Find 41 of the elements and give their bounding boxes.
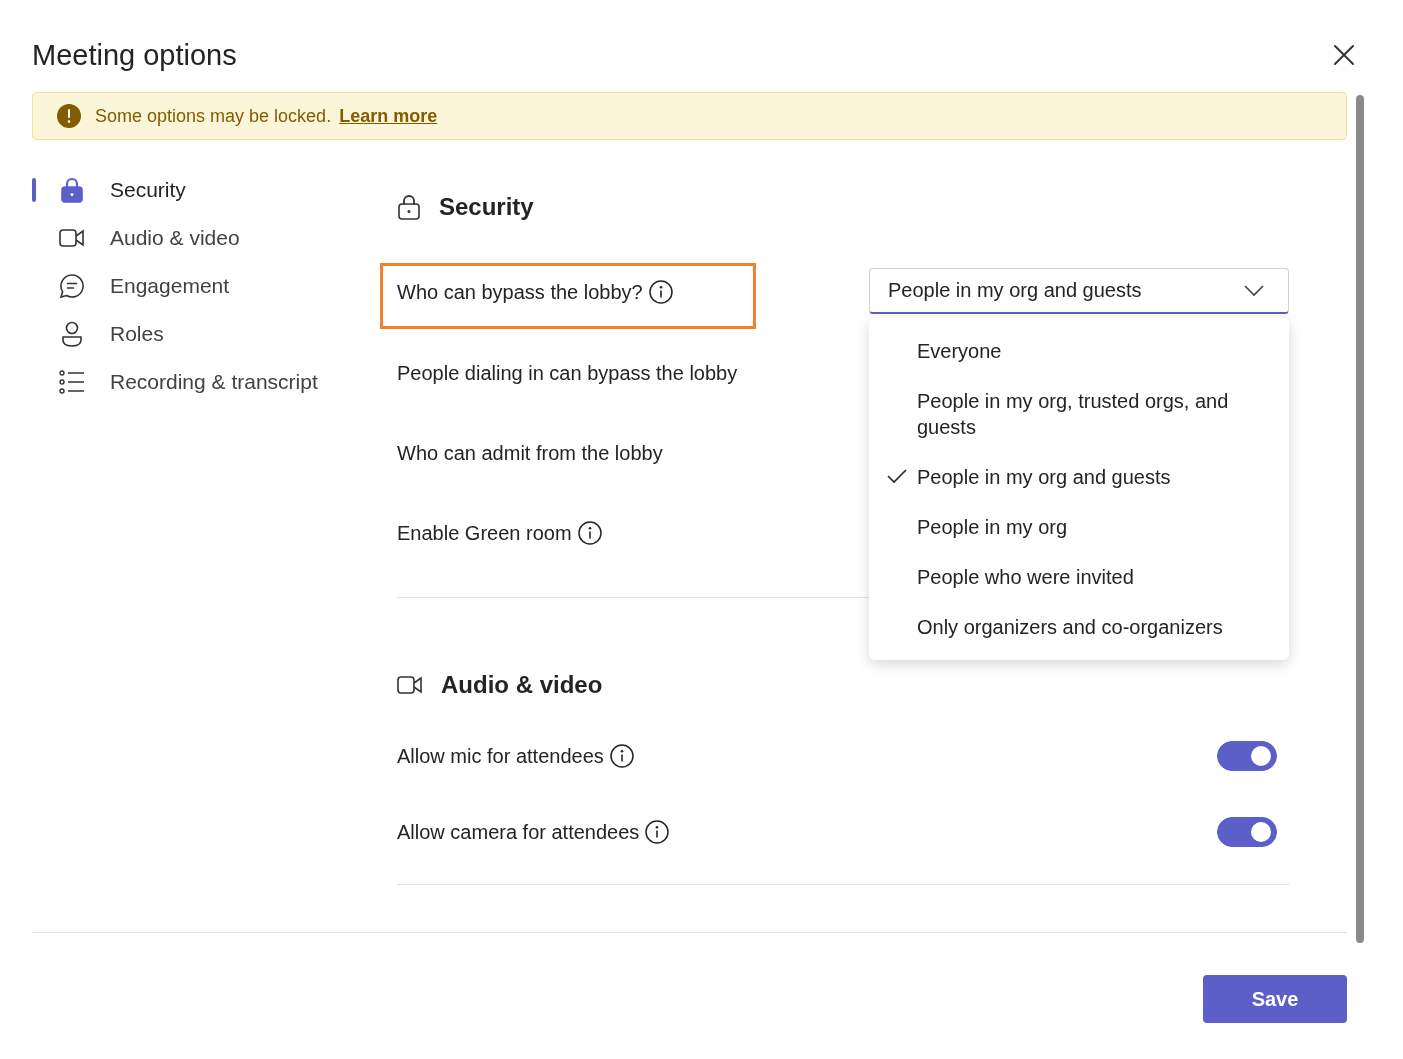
setting-label: Allow mic for attendees bbox=[397, 744, 604, 768]
video-camera-icon bbox=[59, 228, 85, 248]
banner-message: Some options may be locked. bbox=[95, 105, 332, 127]
dialog-title: Meeting options bbox=[32, 38, 237, 73]
sidebar-item[interactable]: Recording & transcript bbox=[32, 358, 380, 406]
info-icon[interactable] bbox=[648, 280, 673, 304]
person-icon bbox=[60, 321, 84, 347]
dropdown-option[interactable]: People in my org and guests bbox=[869, 452, 1269, 502]
lock-icon bbox=[60, 177, 84, 203]
learn-more-link[interactable]: Learn more bbox=[339, 105, 438, 127]
dropdown-option[interactable]: People who were invited bbox=[869, 552, 1269, 602]
section-title: Audio & video bbox=[441, 671, 603, 699]
warning-icon bbox=[57, 104, 81, 128]
dropdown-option[interactable]: Everyone bbox=[869, 326, 1269, 376]
save-button[interactable]: Save bbox=[1203, 975, 1347, 1023]
video-camera-icon bbox=[397, 675, 423, 695]
toggle-switch[interactable] bbox=[1217, 817, 1277, 847]
setting-label: Who can admit from the lobby bbox=[397, 441, 663, 465]
sidebar-item[interactable]: Security bbox=[32, 166, 380, 214]
close-icon[interactable] bbox=[1333, 44, 1355, 66]
setting-label: People dialing in can bypass the lobby bbox=[397, 361, 738, 385]
lock-icon bbox=[397, 194, 421, 220]
setting-label: Allow camera for attendees bbox=[397, 820, 640, 844]
sidebar-item[interactable]: Roles bbox=[32, 310, 380, 358]
list-icon bbox=[59, 370, 85, 394]
info-icon[interactable] bbox=[609, 744, 634, 768]
chat-icon bbox=[59, 273, 85, 299]
section-title: Security bbox=[439, 193, 534, 221]
info-icon[interactable] bbox=[645, 820, 670, 844]
scrollbar[interactable] bbox=[1356, 95, 1364, 943]
info-icon[interactable] bbox=[577, 521, 602, 545]
setting-label: Who can bypass the lobby? bbox=[397, 280, 643, 304]
sidebar-item[interactable]: Audio & video bbox=[32, 214, 380, 262]
dropdown-option[interactable]: Only organizers and co-organizers bbox=[869, 602, 1269, 652]
dropdown-option[interactable]: People in my org, trusted orgs, and guests bbox=[869, 376, 1269, 452]
toggle-switch[interactable] bbox=[1217, 741, 1277, 771]
lobby-dropdown[interactable]: People in my org and guests bbox=[869, 268, 1289, 314]
chevron-down-icon bbox=[1244, 284, 1264, 297]
dropdown-option[interactable]: People in my org bbox=[869, 502, 1269, 552]
setting-label: Enable Green room bbox=[397, 521, 572, 545]
sidebar-item[interactable]: Engagement bbox=[32, 262, 380, 310]
